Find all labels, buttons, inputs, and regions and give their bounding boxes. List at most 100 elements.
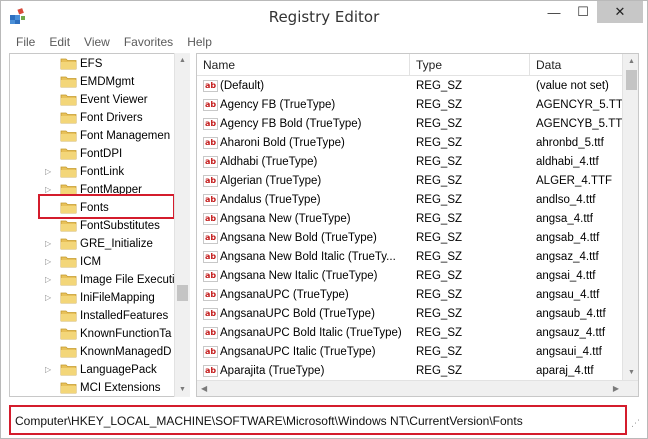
- value-type: REG_SZ: [416, 194, 463, 206]
- tree-item[interactable]: ▷ Image File Executi: [10, 271, 176, 289]
- column-header-name[interactable]: Name: [197, 54, 410, 76]
- tree-item[interactable]: ▷ LanguagePack: [10, 361, 176, 379]
- value-row[interactable]: ab AngsanaUPC Bold (TrueType) REG_SZ angsau…: [197, 305, 622, 324]
- tree-item[interactable]: ▷ IniFileMapping: [10, 289, 176, 307]
- expand-arrow-icon[interactable]: [45, 221, 53, 231]
- tree-item[interactable]: KnownFunctionTa: [10, 325, 176, 343]
- expand-arrow-icon[interactable]: [45, 383, 53, 393]
- value-row[interactable]: ab Agency FB (TrueType) REG_SZ AGENCYR_5.TT…: [197, 96, 622, 115]
- value-row[interactable]: ab Aldhabi (TrueType) REG_SZ aldhabi_4.ttf: [197, 153, 622, 172]
- value-row[interactable]: ab Agency FB Bold (TrueType) REG_SZ AGENCYB…: [197, 115, 622, 134]
- list-horizontal-scrollbar[interactable]: ◀ ▶: [197, 380, 638, 396]
- value-row[interactable]: ab Algerian (TrueType) REG_SZ ALGER_4.TTF: [197, 172, 622, 191]
- value-row[interactable]: ab AngsanaUPC Bold Italic (TrueType) REG_S…: [197, 324, 622, 343]
- tree-item-label: Font Managemen: [80, 130, 171, 142]
- menu-file[interactable]: File: [9, 33, 42, 51]
- list-scroll-thumb[interactable]: [626, 70, 637, 90]
- column-header-type[interactable]: Type: [410, 54, 530, 76]
- tree-scroll-thumb[interactable]: [177, 285, 188, 301]
- resize-grip-icon[interactable]: ⋰: [631, 419, 643, 435]
- value-data: angsa_4.ttf: [536, 213, 593, 225]
- title-bar[interactable]: Registry Editor — ☐ ✕: [1, 1, 647, 32]
- expand-arrow-icon[interactable]: [45, 149, 53, 159]
- value-row[interactable]: ab Angsana New (TrueType) REG_SZ angsa_4.tt…: [197, 210, 622, 229]
- expand-arrow-icon[interactable]: [45, 329, 53, 339]
- expand-arrow-icon[interactable]: [45, 113, 53, 123]
- value-row[interactable]: ab Aharoni Bold (TrueType) REG_SZ ahronbd_5…: [197, 134, 622, 153]
- status-bar: Computer\HKEY_LOCAL_MACHINE\SOFTWARE\Mic…: [9, 405, 627, 435]
- expand-arrow-icon[interactable]: [45, 131, 53, 141]
- scroll-up-arrow-icon[interactable]: ▲: [179, 57, 186, 64]
- expand-arrow-icon[interactable]: ▷: [45, 257, 53, 267]
- string-value-icon: ab: [203, 156, 218, 168]
- expand-arrow-icon[interactable]: [45, 347, 53, 357]
- tree-item-label: IniFileMapping: [80, 292, 155, 304]
- close-button[interactable]: ✕: [597, 1, 643, 23]
- folder-icon: [60, 76, 77, 88]
- maximize-button[interactable]: ☐: [568, 1, 598, 23]
- expand-arrow-icon[interactable]: ▷: [45, 293, 53, 303]
- value-data: andlso_4.ttf: [536, 194, 596, 206]
- expand-arrow-icon[interactable]: [45, 95, 53, 105]
- string-value-icon: ab: [203, 194, 218, 206]
- folder-icon: [60, 94, 77, 106]
- value-type: REG_SZ: [416, 118, 463, 130]
- scroll-up-arrow-icon[interactable]: ▲: [628, 58, 635, 65]
- tree-item-label: InstalledFeatures: [80, 310, 169, 322]
- expand-arrow-icon[interactable]: [45, 311, 53, 321]
- scroll-right-arrow-icon[interactable]: ▶: [613, 384, 619, 393]
- tree-item[interactable]: ▷ ICM: [10, 253, 176, 271]
- tree-item[interactable]: FontSubstitutes: [10, 217, 176, 235]
- menu-edit[interactable]: Edit: [42, 33, 77, 51]
- tree-item[interactable]: EMDMgmt: [10, 73, 176, 91]
- value-row[interactable]: ab AngsanaUPC (TrueType) REG_SZ angsau_4.tt…: [197, 286, 622, 305]
- expand-arrow-icon[interactable]: ▷: [45, 239, 53, 249]
- value-type: REG_SZ: [416, 175, 463, 187]
- tree-item[interactable]: ▷ FontLink: [10, 163, 176, 181]
- tree-item[interactable]: Font Drivers: [10, 109, 176, 127]
- value-row[interactable]: ab Angsana New Bold Italic (TrueTy... REG_…: [197, 248, 622, 267]
- value-row[interactable]: ab Angsana New Italic (TrueType) REG_SZ ang…: [197, 267, 622, 286]
- fonts-key-highlight: [38, 194, 175, 219]
- tree-item[interactable]: InstalledFeatures: [10, 307, 176, 325]
- scroll-down-arrow-icon[interactable]: ▼: [179, 386, 186, 393]
- string-value-icon: ab: [203, 251, 218, 263]
- value-row[interactable]: ab Andalus (TrueType) REG_SZ andlso_4.ttf: [197, 191, 622, 210]
- expand-arrow-icon[interactable]: ▷: [45, 275, 53, 285]
- registry-tree-pane[interactable]: EFS EMDMgmt Event Viewer Font Drivers Font M…: [9, 53, 190, 397]
- value-name: Agency FB (TrueType): [220, 99, 336, 111]
- value-row[interactable]: ab Angsana New Bold (TrueType) REG_SZ angsa…: [197, 229, 622, 248]
- tree-vertical-scrollbar[interactable]: ▲ ▼: [174, 53, 190, 397]
- value-data: angsaz_4.ttf: [536, 251, 599, 263]
- column-header-data[interactable]: Data: [530, 54, 622, 76]
- scroll-down-arrow-icon[interactable]: ▼: [628, 369, 635, 376]
- minimize-button[interactable]: —: [539, 1, 569, 23]
- tree-item[interactable]: ▷ GRE_Initialize: [10, 235, 176, 253]
- value-row[interactable]: ab (Default) REG_SZ (value not set): [197, 77, 622, 96]
- string-value-icon: ab: [203, 118, 218, 130]
- tree-item[interactable]: MCI Extensions: [10, 379, 176, 396]
- values-list-pane[interactable]: Name Type Data ab (Default) REG_SZ (value n…: [196, 53, 639, 397]
- value-type: REG_SZ: [416, 213, 463, 225]
- value-type: REG_SZ: [416, 80, 463, 92]
- expand-arrow-icon[interactable]: [45, 77, 53, 87]
- tree-item[interactable]: KnownManagedD: [10, 343, 176, 361]
- value-type: REG_SZ: [416, 270, 463, 282]
- menu-view[interactable]: View: [77, 33, 117, 51]
- scroll-left-arrow-icon[interactable]: ◀: [201, 384, 207, 393]
- value-row[interactable]: ab AngsanaUPC Italic (TrueType) REG_SZ angs…: [197, 343, 622, 362]
- tree-item-label: FontDPI: [80, 148, 123, 160]
- menu-help[interactable]: Help: [180, 33, 219, 51]
- value-name: AngsanaUPC Italic (TrueType): [220, 346, 376, 358]
- menu-favorites[interactable]: Favorites: [117, 33, 180, 51]
- expand-arrow-icon[interactable]: ▷: [45, 167, 53, 177]
- expand-arrow-icon[interactable]: ▷: [45, 365, 53, 375]
- tree-item[interactable]: Font Managemen: [10, 127, 176, 145]
- value-row[interactable]: ab Aparajita (TrueType) REG_SZ aparaj_4.ttf: [197, 362, 622, 381]
- list-header: Name Type Data: [197, 54, 622, 76]
- tree-item[interactable]: FontDPI: [10, 145, 176, 163]
- expand-arrow-icon[interactable]: [45, 59, 53, 69]
- list-vertical-scrollbar[interactable]: ▲ ▼: [622, 54, 638, 380]
- tree-item[interactable]: EFS: [10, 55, 176, 73]
- tree-item[interactable]: Event Viewer: [10, 91, 176, 109]
